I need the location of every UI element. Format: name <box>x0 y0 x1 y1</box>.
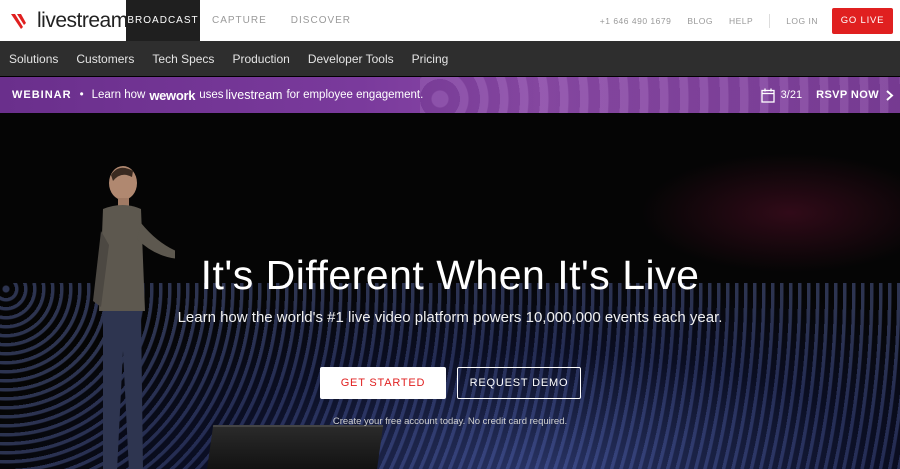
help-link[interactable]: HELP <box>729 16 753 26</box>
subnav-item-production[interactable]: Production <box>232 52 289 66</box>
calendar-icon <box>761 88 775 103</box>
webinar-banner[interactable]: WEBINAR • Learn how wework uses livestre… <box>0 77 900 113</box>
hero-subheadline: Learn how the world's #1 live video plat… <box>177 309 723 326</box>
request-demo-button[interactable]: REQUEST DEMO <box>457 367 581 399</box>
chevron-right-icon <box>879 89 894 101</box>
banner-rsvp[interactable]: 3/21 RSVP NOW <box>761 77 894 113</box>
signup-note: Create your free account today. No credi… <box>332 416 568 427</box>
blog-link[interactable]: BLOG <box>687 16 713 26</box>
banner-text-pre: Learn how <box>91 89 146 101</box>
tab-discover[interactable]: DISCOVER <box>279 0 363 41</box>
hero-headline: It's Different When It's Live <box>200 252 700 298</box>
tab-capture[interactable]: CAPTURE <box>200 0 279 41</box>
banner-message: WEBINAR • Learn how wework uses livestre… <box>12 77 423 113</box>
top-links: +1 646 490 1679 BLOG HELP LOG IN GO LIVE <box>584 0 900 41</box>
rsvp-now-link[interactable]: RSVP NOW <box>816 89 879 101</box>
banner-livestream-logo: livestream <box>225 88 283 102</box>
subnav-item-customers[interactable]: Customers <box>76 52 134 66</box>
webinar-label: WEBINAR <box>12 89 72 101</box>
logo-wordmark: livestream <box>37 9 128 32</box>
subnav-item-solutions[interactable]: Solutions <box>9 52 58 66</box>
webinar-date: 3/21 <box>780 89 803 101</box>
top-bar: livestream BROADCAST CAPTURE DISCOVER +1… <box>0 0 900 41</box>
go-live-button[interactable]: GO LIVE <box>832 7 893 34</box>
login-link[interactable]: LOG IN <box>786 16 818 26</box>
tab-broadcast[interactable]: BROADCAST <box>126 0 200 41</box>
subnav-item-pricing[interactable]: Pricing <box>412 52 449 66</box>
bullet-separator: • <box>79 89 84 101</box>
wework-logo: wework <box>149 87 196 103</box>
subnav-item-tech-specs[interactable]: Tech Specs <box>152 52 214 66</box>
subnav-item-developer-tools[interactable]: Developer Tools <box>308 52 394 66</box>
divider <box>769 13 771 28</box>
product-tabs: BROADCAST CAPTURE DISCOVER <box>126 0 363 41</box>
hero-section: It's Different When It's Live Learn how … <box>0 113 900 469</box>
phone-number[interactable]: +1 646 490 1679 <box>600 16 672 26</box>
livestream-logo-icon <box>11 14 26 29</box>
sub-nav: Solutions Customers Tech Specs Productio… <box>0 41 900 76</box>
banner-text-mid: uses <box>199 89 224 101</box>
banner-text-post: for employee engagement. <box>286 89 424 101</box>
get-started-button[interactable]: GET STARTED <box>320 367 446 399</box>
livestream-logo[interactable]: livestream <box>9 9 128 33</box>
stage-monitor <box>206 425 384 469</box>
